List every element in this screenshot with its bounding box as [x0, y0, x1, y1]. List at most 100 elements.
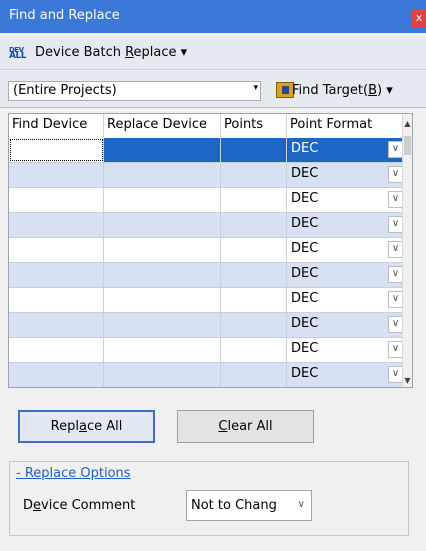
device-comment-label-post: vice Comment	[41, 498, 136, 513]
chevron-down-icon[interactable]: ∨	[388, 316, 403, 333]
device-comment-label: Device Comment	[23, 498, 135, 513]
search-scope-select[interactable]: (Entire Projects) ▾	[8, 81, 261, 101]
point-format-select[interactable]: DEC ∨	[287, 263, 405, 287]
chevron-down-icon[interactable]: ∨	[388, 341, 403, 358]
grid-header: Find Device Replace Device Points Point …	[9, 114, 405, 139]
point-format-select[interactable]: DEC ∨	[287, 338, 405, 362]
find-device-cell[interactable]	[9, 363, 104, 387]
table-row[interactable]: DEC ∨	[9, 163, 405, 188]
chevron-down-icon: ▾	[253, 83, 258, 93]
replace-grid: Find Device Replace Device Points Point …	[8, 113, 413, 388]
find-device-cell[interactable]	[9, 288, 104, 312]
scroll-down-icon[interactable]: ▼	[403, 376, 412, 385]
scroll-thumb[interactable]	[404, 136, 411, 155]
device-comment-select[interactable]: Not to Chang ∨	[186, 490, 312, 521]
find-target-button[interactable]: Find Target(B) ▾	[292, 83, 393, 98]
replace-all-label-post: ce All	[86, 419, 123, 434]
find-device-cell[interactable]	[9, 163, 104, 187]
point-format-value: DEC	[291, 366, 319, 381]
clear-all-button[interactable]: Clear All	[177, 410, 314, 443]
table-row[interactable]: DEC ∨	[9, 288, 405, 313]
chevron-down-icon[interactable]: ∨	[388, 291, 403, 308]
clear-all-label-post: lear All	[227, 419, 273, 434]
find-target-label-post: )	[376, 83, 383, 98]
point-format-select[interactable]: DEC ∨	[287, 163, 405, 187]
device-comment-label-pre: D	[23, 498, 34, 513]
points-cell[interactable]	[221, 213, 287, 237]
points-cell[interactable]	[221, 263, 287, 287]
point-format-value: DEC	[291, 266, 319, 281]
chevron-down-icon[interactable]: ∨	[388, 216, 403, 233]
point-format-select[interactable]: DEC ∨	[287, 313, 405, 337]
column-header-point-format[interactable]: Point Format	[287, 114, 405, 138]
find-device-cell[interactable]	[9, 188, 104, 212]
device-comment-value: Not to Chang	[191, 498, 277, 513]
chevron-down-icon[interactable]: ∨	[388, 166, 403, 183]
replace-device-cell[interactable]	[104, 213, 221, 237]
device-batch-label-pre: Device Batch	[35, 45, 126, 60]
point-format-select[interactable]: DEC ∨	[287, 363, 405, 387]
point-format-select[interactable]: DEC ∨	[287, 213, 405, 237]
close-button[interactable]: x	[412, 10, 426, 27]
table-row[interactable]: DEC ∨	[9, 313, 405, 338]
table-row[interactable]: DEC ∨	[9, 363, 405, 387]
replace-device-cell[interactable]	[104, 238, 221, 262]
point-format-select[interactable]: DEC ∨	[287, 138, 405, 162]
point-format-select[interactable]: DEC ∨	[287, 238, 405, 262]
replace-device-cell[interactable]	[104, 263, 221, 287]
device-comment-label-accel: e	[33, 498, 42, 513]
replace-all-label-pre: Repl	[50, 419, 79, 434]
find-target-label-accel: B	[368, 83, 377, 98]
chevron-down-icon[interactable]: ∨	[388, 366, 403, 383]
column-header-points[interactable]: Points	[221, 114, 287, 138]
point-format-select[interactable]: DEC ∨	[287, 188, 405, 212]
chevron-down-icon[interactable]: ∨	[388, 141, 403, 158]
replace-device-cell[interactable]	[104, 188, 221, 212]
chevron-down-icon[interactable]: ∨	[388, 266, 403, 283]
replace-device-cell[interactable]	[104, 163, 221, 187]
table-row[interactable]: DEC ∨	[9, 138, 405, 163]
chevron-down-icon[interactable]: ∨	[388, 191, 403, 208]
points-cell[interactable]	[221, 313, 287, 337]
chevron-down-icon: ▾	[386, 83, 393, 98]
find-device-cell[interactable]	[9, 213, 104, 237]
points-cell[interactable]	[221, 288, 287, 312]
scroll-up-icon[interactable]: ▲	[403, 119, 412, 128]
point-format-value: DEC	[291, 191, 319, 206]
table-row[interactable]: DEC ∨	[9, 238, 405, 263]
points-cell[interactable]	[221, 163, 287, 187]
replace-device-cell[interactable]	[104, 313, 221, 337]
grid-vertical-scrollbar[interactable]: ▲ ▼	[402, 114, 412, 387]
window-title-bar: Find and Replace x	[0, 0, 426, 33]
find-device-cell[interactable]	[9, 238, 104, 262]
table-row[interactable]: DEC ∨	[9, 338, 405, 363]
find-device-cell[interactable]	[9, 313, 104, 337]
table-row[interactable]: DEC ∨	[9, 188, 405, 213]
point-format-select[interactable]: DEC ∨	[287, 288, 405, 312]
replace-device-cell[interactable]	[104, 288, 221, 312]
replace-device-cell[interactable]	[104, 363, 221, 387]
find-device-cell[interactable]	[9, 138, 104, 162]
points-cell[interactable]	[221, 188, 287, 212]
find-device-cell[interactable]	[9, 338, 104, 362]
device-batch-icon-bottom: ALL	[9, 51, 26, 61]
column-header-replace-device[interactable]: Replace Device	[104, 114, 221, 138]
points-cell[interactable]	[221, 363, 287, 387]
device-batch-label-accel: R	[125, 45, 134, 60]
chevron-down-icon: ∨	[297, 499, 305, 510]
replace-all-button[interactable]: Replace All	[18, 410, 155, 443]
find-device-cell[interactable]	[9, 263, 104, 287]
device-batch-replace-button[interactable]: Device Batch Replace ▾	[35, 45, 187, 60]
replace-options-toggle[interactable]: - Replace Options	[16, 466, 131, 481]
column-header-find-device[interactable]: Find Device	[9, 114, 104, 138]
points-cell[interactable]	[221, 238, 287, 262]
replace-device-cell[interactable]	[104, 338, 221, 362]
replace-options-panel: - Replace Options Device Comment Not to …	[9, 461, 409, 536]
table-row[interactable]: DEC ∨	[9, 213, 405, 238]
points-cell[interactable]	[221, 338, 287, 362]
chevron-down-icon[interactable]: ∨	[388, 241, 403, 258]
table-row[interactable]: DEC ∨	[9, 263, 405, 288]
points-cell[interactable]	[221, 138, 287, 162]
toolbar-batch: DEV ALL Device Batch Replace ▾	[0, 36, 426, 70]
replace-device-cell[interactable]	[104, 138, 221, 162]
